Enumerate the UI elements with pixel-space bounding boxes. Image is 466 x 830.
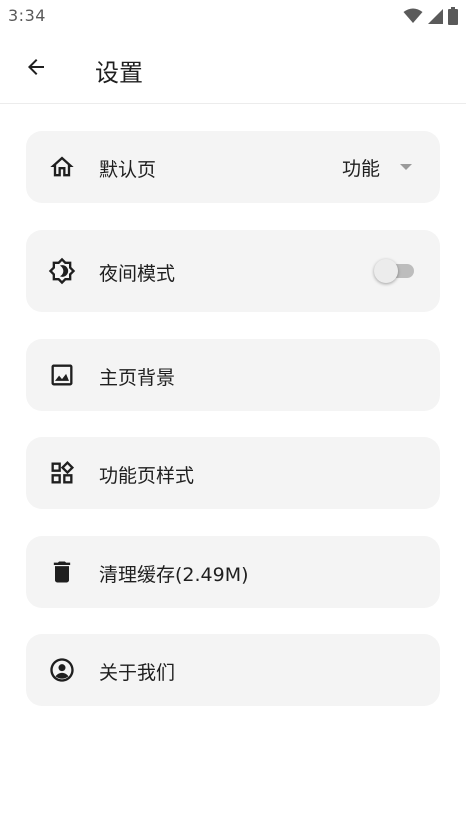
arrow-back-icon xyxy=(24,55,48,83)
clear-cache-label: 清理缓存(2.49M) xyxy=(99,564,249,586)
home-background-label: 主页背景 xyxy=(99,367,176,389)
dropdown-caret-icon xyxy=(400,164,412,170)
default-page-value: 功能 xyxy=(341,157,380,180)
night-mode-toggle[interactable] xyxy=(374,257,416,285)
default-page-dropdown[interactable]: 功能 xyxy=(342,131,412,203)
setting-home-background[interactable]: 主页背景 xyxy=(26,339,440,411)
feature-page-style-label: 功能页样式 xyxy=(99,465,195,487)
status-time: 3:34 xyxy=(8,6,46,25)
widgets-icon xyxy=(48,459,76,487)
night-mode-label: 夜间模式 xyxy=(99,263,176,285)
setting-default-page[interactable]: 默认页 功能 xyxy=(26,131,440,203)
setting-clear-cache[interactable]: 清理缓存(2.49M) xyxy=(26,536,440,608)
battery-icon xyxy=(448,7,458,25)
default-page-label: 默认页 xyxy=(99,159,157,181)
page-title: 设置 xyxy=(95,59,143,87)
cell-signal-icon xyxy=(427,8,444,25)
brightness-icon xyxy=(48,257,76,285)
toggle-thumb xyxy=(374,259,398,283)
app-bar: 设置 xyxy=(0,34,466,104)
status-bar: 3:34 xyxy=(0,0,466,34)
account-circle-icon xyxy=(48,656,76,684)
status-icons xyxy=(403,6,458,26)
wifi-icon xyxy=(403,8,423,24)
home-icon xyxy=(48,153,76,181)
setting-about-us[interactable]: 关于我们 xyxy=(26,634,440,706)
image-icon xyxy=(48,361,76,389)
setting-feature-page-style[interactable]: 功能页样式 xyxy=(26,437,440,509)
setting-night-mode[interactable]: 夜间模式 xyxy=(26,230,440,312)
back-button[interactable] xyxy=(16,51,56,87)
trash-icon xyxy=(48,558,76,586)
about-us-label: 关于我们 xyxy=(99,662,176,684)
